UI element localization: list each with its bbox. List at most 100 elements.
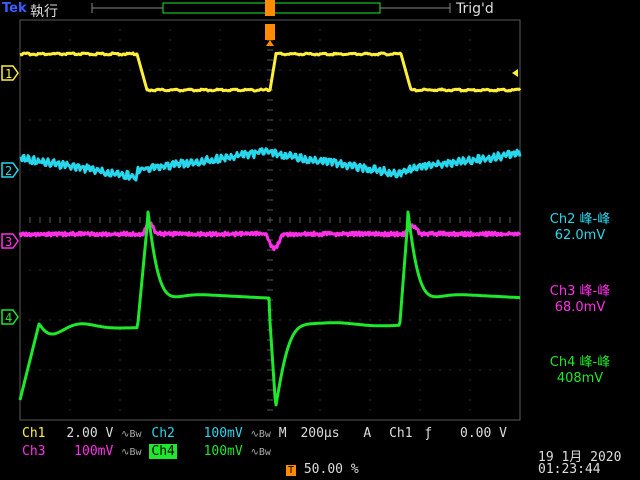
grid-dot [109,319,111,321]
grid-dot [59,319,61,321]
grid-dot [249,369,251,371]
grid-dot [129,319,131,321]
grid-dot [519,369,521,371]
grid-dot [409,319,411,321]
grid-dot [39,369,41,371]
trigger-level[interactable]: 0.00 V [460,426,507,441]
grid-dot [469,209,471,211]
grid-dot [319,79,321,81]
top-status-bar: Tek 執行 Trig'd [0,0,640,20]
grid-dot [69,49,71,51]
grid-dot [279,119,281,121]
grid-dot [109,119,111,121]
grid-dot [459,369,461,371]
grid-dot [69,69,71,71]
ch3-scale: 100mV [74,444,114,459]
grid-dot [419,269,421,271]
trigger-position-value[interactable]: 50.00 % [304,462,359,477]
grid-dot [69,179,71,181]
grid-dot [149,319,151,321]
grid-dot [289,119,291,121]
grid-dot [509,169,511,171]
grid-dot [219,49,221,51]
grid-dot [49,369,51,371]
grid-dot [169,99,171,101]
grid-dot [219,29,221,31]
ch1-label[interactable]: Ch1 [20,426,47,441]
grid-dot [119,379,121,381]
grid-dot [169,179,171,181]
measurement-value: 68.0mV [554,300,606,315]
timebase-value[interactable]: 200µs [300,426,339,441]
grid-dot [119,229,121,231]
grid-dot [209,269,211,271]
grid-dot [279,269,281,271]
grid-dot [169,259,171,261]
ch3-label[interactable]: Ch3 [20,444,47,459]
grid-dot [169,79,171,81]
ch2-label[interactable]: Ch2 [149,426,176,441]
grid-dot [219,79,221,81]
measurement-ch4: Ch4 峰-峰 408mV [530,355,630,387]
grid-dot [129,119,131,121]
grid-dot [349,269,351,271]
grid-dot [219,129,221,131]
acquisition-state: 執行 [30,4,58,20]
grid-dot [169,289,171,291]
grid-dot [479,269,481,271]
grid-dot [469,389,471,391]
grid-dot [489,119,491,121]
grid-dot [369,319,371,321]
grid-dot [309,169,311,171]
grid-dot [119,89,121,91]
ch4-label[interactable]: Ch4 [149,444,177,459]
grid-dot [369,229,371,231]
grid-dot [339,319,341,321]
grid-dot [189,169,191,171]
grid-dot [19,369,21,371]
channel-row-2: Ch3 100mV ∿Bw Ch4 100mV ∿Bw [20,444,271,459]
grid-dot [469,399,471,401]
trigger-source[interactable]: Ch1 [389,426,412,441]
grid-dot [419,159,421,161]
grid-dot [479,169,481,171]
grid-dot [219,239,221,241]
grid-dot [259,319,261,321]
grid-dot [519,269,521,271]
grid-dot [419,199,421,201]
bandwidth-limit-icon: ∿Bw [121,429,142,440]
grid-dot [69,99,71,101]
grid-dot [369,299,371,301]
bandwidth-limit-icon: ∿Bw [121,447,142,458]
grid-dot [119,299,121,301]
grid-dot [319,319,321,321]
grid-dot [239,119,241,121]
grid-dot [469,49,471,51]
grid-dot [99,319,101,321]
grid-dot [369,149,371,151]
grid-dot [369,399,371,401]
grid-dot [319,89,321,91]
grid-dot [469,109,471,111]
grid-dot [289,169,291,171]
grid-dot [199,169,201,171]
grid-dot [429,369,431,371]
trigger-status: Trig'd [456,1,494,17]
grid-dot [469,189,471,191]
grid-dot [419,369,421,371]
grid-dot [369,79,371,81]
grid-dot [229,319,231,321]
grid-dot [369,339,371,341]
grid-dot [169,49,171,51]
grid-dot [169,239,171,241]
grid-dot [419,49,421,51]
grid-dot [219,339,221,341]
grid-dot [169,199,171,201]
timebase-mode: M [278,426,287,441]
grid-dot [369,329,371,331]
grid-dot [419,119,421,121]
grid-dot [369,29,371,31]
grid-dot [309,119,311,121]
grid-dot [169,279,171,281]
grid-dot [149,119,151,121]
